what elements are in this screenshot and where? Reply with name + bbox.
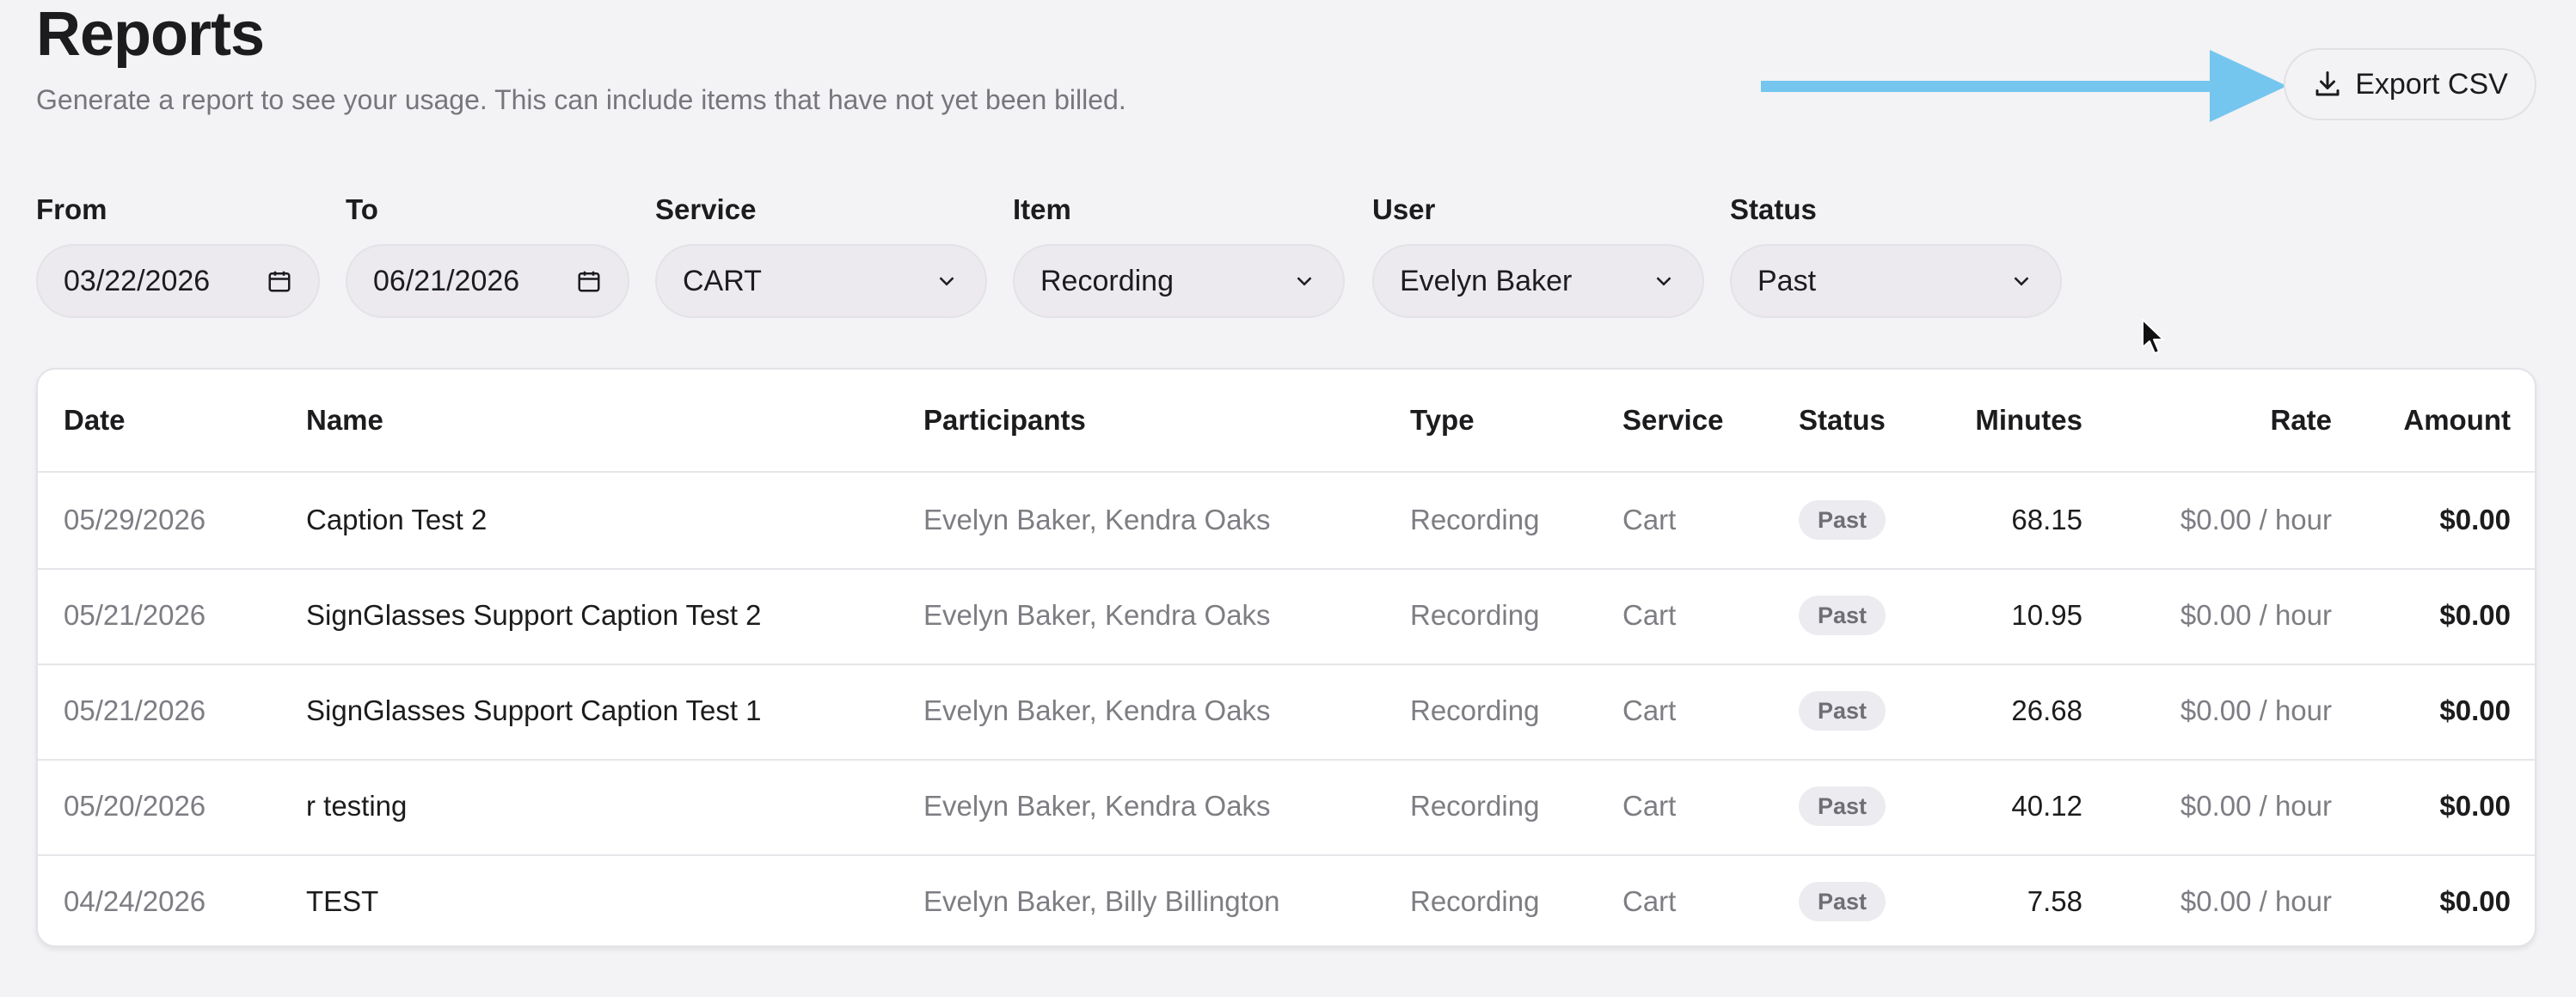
cell-rate: $0.00 / hour bbox=[2180, 885, 2332, 917]
cell-date: 05/20/2026 bbox=[64, 790, 206, 822]
filter-service: Service CART bbox=[655, 191, 987, 318]
cell-name: TEST bbox=[306, 885, 379, 917]
filter-from-label: From bbox=[36, 193, 107, 225]
service-select[interactable]: CART bbox=[655, 244, 987, 318]
cell-type: Recording bbox=[1410, 885, 1540, 917]
cell-minutes: 40.12 bbox=[2011, 790, 2082, 822]
cell-name: SignGlasses Support Caption Test 2 bbox=[306, 599, 762, 631]
filter-to: To 06/21/2026 bbox=[346, 191, 629, 318]
cell-participants: Evelyn Baker, Kendra Oaks bbox=[923, 790, 1271, 822]
table-row[interactable]: 05/21/2026 SignGlasses Support Caption T… bbox=[38, 664, 2535, 761]
filter-item: Item Recording bbox=[1013, 191, 1345, 318]
cell-minutes: 10.95 bbox=[2011, 599, 2082, 631]
cell-amount: $0.00 bbox=[2439, 599, 2511, 631]
page-subtitle: Generate a report to see your usage. Thi… bbox=[36, 84, 1126, 115]
cell-service: Cart bbox=[1622, 504, 1677, 535]
table-row[interactable]: 05/29/2026 Caption Test 2 Evelyn Baker, … bbox=[38, 473, 2535, 570]
status-badge: Past bbox=[1799, 786, 1886, 826]
cell-service: Cart bbox=[1622, 790, 1677, 822]
item-value: Recording bbox=[1040, 264, 1174, 297]
filter-from: From 03/22/2026 bbox=[36, 191, 320, 318]
filter-user-label: User bbox=[1372, 193, 1436, 225]
cell-name: Caption Test 2 bbox=[306, 504, 488, 535]
cell-participants: Evelyn Baker, Kendra Oaks bbox=[923, 599, 1271, 631]
item-select[interactable]: Recording bbox=[1013, 244, 1345, 318]
table-row[interactable]: 04/24/2026 TEST Evelyn Baker, Billy Bill… bbox=[38, 854, 2535, 945]
filter-item-label: Item bbox=[1013, 193, 1071, 225]
to-date-input[interactable]: 06/21/2026 bbox=[346, 244, 629, 318]
cell-service: Cart bbox=[1622, 694, 1677, 726]
cell-date: 05/29/2026 bbox=[64, 504, 206, 535]
cell-minutes: 7.58 bbox=[2027, 885, 2082, 917]
filter-to-label: To bbox=[346, 193, 378, 225]
cell-participants: Evelyn Baker, Billy Billington bbox=[923, 885, 1280, 917]
status-badge: Past bbox=[1799, 500, 1886, 540]
cell-service: Cart bbox=[1622, 599, 1677, 631]
download-icon bbox=[2315, 71, 2340, 96]
cell-service: Cart bbox=[1622, 885, 1677, 917]
status-value: Past bbox=[1757, 264, 1817, 297]
chevron-down-icon bbox=[2014, 277, 2029, 286]
table-row[interactable]: 05/21/2026 SignGlasses Support Caption T… bbox=[38, 568, 2535, 665]
status-badge: Past bbox=[1799, 691, 1886, 731]
export-csv-label: Export CSV bbox=[2355, 67, 2508, 101]
status-select[interactable]: Past bbox=[1730, 244, 2062, 318]
cell-rate: $0.00 / hour bbox=[2180, 790, 2332, 822]
from-date-input[interactable]: 03/22/2026 bbox=[36, 244, 320, 318]
cell-amount: $0.00 bbox=[2439, 504, 2511, 535]
column-header-service[interactable]: Service bbox=[1622, 402, 1723, 438]
filter-status: Status Past bbox=[1730, 191, 2062, 318]
column-header-status[interactable]: Status bbox=[1799, 402, 1886, 438]
from-date-value: 03/22/2026 bbox=[64, 264, 211, 297]
filter-status-label: Status bbox=[1730, 193, 1817, 225]
filter-user: User Evelyn Baker bbox=[1372, 191, 1704, 318]
cell-type: Recording bbox=[1410, 599, 1540, 631]
chevron-down-icon bbox=[939, 277, 954, 286]
column-header-amount[interactable]: Amount bbox=[2403, 402, 2511, 438]
cell-amount: $0.00 bbox=[2439, 790, 2511, 822]
status-badge: Past bbox=[1799, 882, 1886, 921]
user-select[interactable]: Evelyn Baker bbox=[1372, 244, 1704, 318]
table-row[interactable]: 05/20/2026 r testing Evelyn Baker, Kendr… bbox=[38, 759, 2535, 856]
mouse-cursor-icon bbox=[2142, 319, 2164, 354]
export-csv-button[interactable]: Export CSV bbox=[2284, 48, 2536, 120]
table-header: Date Name Participants Type Service Stat… bbox=[38, 370, 2535, 473]
cell-participants: Evelyn Baker, Kendra Oaks bbox=[923, 504, 1271, 535]
cell-rate: $0.00 / hour bbox=[2180, 599, 2332, 631]
cell-rate: $0.00 / hour bbox=[2180, 694, 2332, 726]
column-header-name[interactable]: Name bbox=[306, 402, 383, 438]
cell-name: SignGlasses Support Caption Test 1 bbox=[306, 694, 762, 726]
calendar-icon[interactable] bbox=[267, 268, 292, 294]
cell-type: Recording bbox=[1410, 694, 1540, 726]
column-header-type[interactable]: Type bbox=[1410, 402, 1475, 438]
status-badge: Past bbox=[1799, 596, 1886, 635]
column-header-minutes[interactable]: Minutes bbox=[1975, 402, 2082, 438]
user-value: Evelyn Baker bbox=[1400, 264, 1573, 297]
cell-participants: Evelyn Baker, Kendra Oaks bbox=[923, 694, 1271, 726]
cell-type: Recording bbox=[1410, 504, 1540, 535]
cell-type: Recording bbox=[1410, 790, 1540, 822]
cell-amount: $0.00 bbox=[2439, 885, 2511, 917]
cell-name: r testing bbox=[306, 790, 408, 822]
to-date-value: 06/21/2026 bbox=[373, 264, 520, 297]
reports-table: Date Name Participants Type Service Stat… bbox=[36, 368, 2536, 947]
service-value: CART bbox=[683, 264, 762, 297]
calendar-icon[interactable] bbox=[576, 268, 602, 294]
arrow-right-icon bbox=[1761, 50, 2287, 122]
column-header-rate[interactable]: Rate bbox=[2270, 402, 2332, 438]
cell-date: 05/21/2026 bbox=[64, 599, 206, 631]
cell-date: 04/24/2026 bbox=[64, 885, 206, 917]
column-header-participants[interactable]: Participants bbox=[923, 402, 1086, 438]
chevron-down-icon bbox=[1656, 277, 1671, 286]
filter-service-label: Service bbox=[655, 193, 757, 225]
cell-minutes: 26.68 bbox=[2011, 694, 2082, 726]
column-header-date[interactable]: Date bbox=[64, 402, 126, 438]
cell-amount: $0.00 bbox=[2439, 694, 2511, 726]
cell-date: 05/21/2026 bbox=[64, 694, 206, 726]
chevron-down-icon bbox=[1297, 277, 1312, 286]
page-title: Reports bbox=[36, 0, 265, 69]
cell-rate: $0.00 / hour bbox=[2180, 504, 2332, 535]
cell-minutes: 68.15 bbox=[2011, 504, 2082, 535]
